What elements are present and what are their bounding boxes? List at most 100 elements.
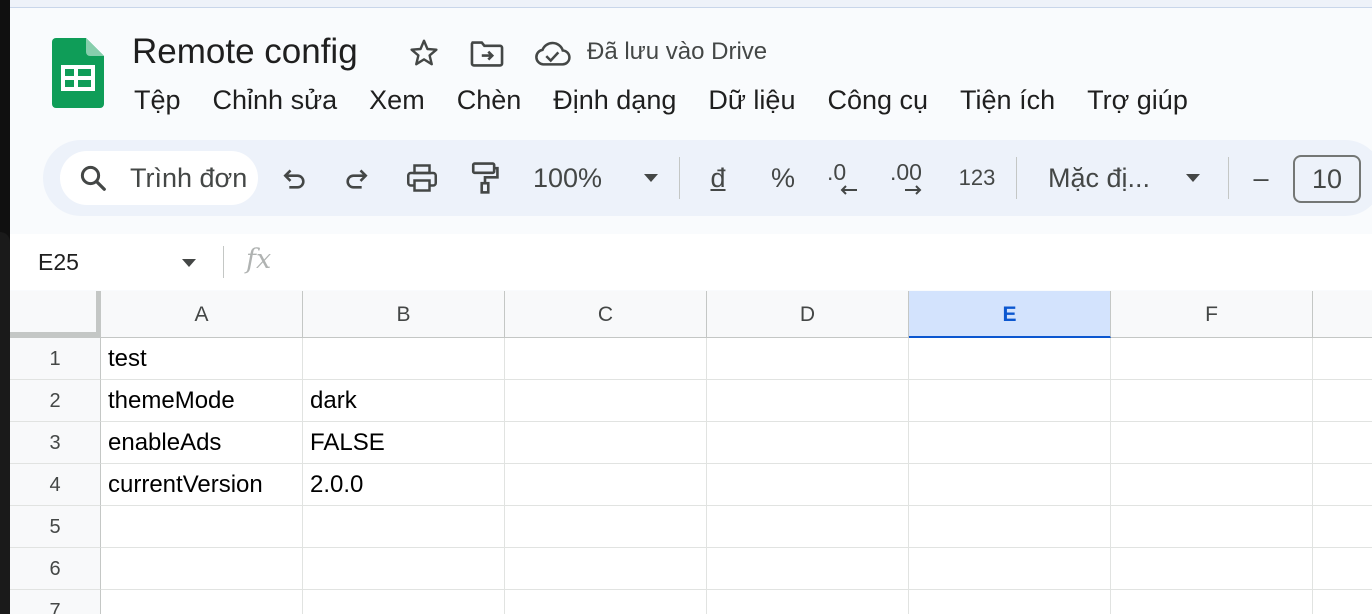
increase-decimal-button[interactable]: .00 <box>890 158 934 198</box>
cell-d6[interactable] <box>707 548 909 590</box>
column-header-c[interactable]: C <box>505 291 707 338</box>
cell-f5[interactable] <box>1111 506 1313 548</box>
cell-c5[interactable] <box>505 506 707 548</box>
row-header-2[interactable]: 2 <box>10 380 101 422</box>
row-header-7[interactable]: 7 <box>10 590 101 614</box>
menu-data[interactable]: Dữ liệu <box>692 80 811 120</box>
row-header-5[interactable]: 5 <box>10 506 101 548</box>
cell-b2[interactable]: dark <box>303 380 505 422</box>
fx-icon: fx <box>246 244 272 275</box>
decrease-decimal-button[interactable]: .0 <box>827 158 867 198</box>
row-header-1[interactable]: 1 <box>10 338 101 380</box>
cell-f3[interactable] <box>1111 422 1313 464</box>
row-header-6[interactable]: 6 <box>10 548 101 590</box>
cell-e4[interactable] <box>909 464 1111 506</box>
cell-b5[interactable] <box>303 506 505 548</box>
print-icon <box>407 164 437 192</box>
cell-e6[interactable] <box>909 548 1111 590</box>
row-header-4[interactable]: 4 <box>10 464 101 506</box>
cell-g1[interactable] <box>1313 338 1372 380</box>
chevron-down-icon[interactable] <box>182 259 196 267</box>
cell-c6[interactable] <box>505 548 707 590</box>
cell-f6[interactable] <box>1111 548 1313 590</box>
cell-d7[interactable] <box>707 590 909 614</box>
cell-d1[interactable] <box>707 338 909 380</box>
document-title[interactable]: Remote config <box>132 30 358 74</box>
cell-g3[interactable] <box>1313 422 1372 464</box>
font-size-input[interactable]: 10 <box>1293 155 1361 203</box>
menu-format[interactable]: Định dạng <box>537 80 692 120</box>
cell-a1[interactable]: test <box>101 338 303 380</box>
menu-search-input[interactable] <box>130 151 254 205</box>
menu-extensions[interactable]: Tiện ích <box>944 80 1071 120</box>
font-family-select[interactable]: Mặc đị... <box>1048 158 1200 198</box>
cell-c3[interactable] <box>505 422 707 464</box>
currency-format-button[interactable]: đ <box>703 158 733 198</box>
menu-file[interactable]: Tệp <box>118 80 197 120</box>
decrease-font-size-button[interactable]: – <box>1247 158 1275 198</box>
cell-e1[interactable] <box>909 338 1111 380</box>
cell-f1[interactable] <box>1111 338 1313 380</box>
column-header-g[interactable] <box>1313 291 1372 338</box>
redo-icon <box>346 169 368 189</box>
cell-g2[interactable] <box>1313 380 1372 422</box>
paint-format-button[interactable] <box>467 158 503 198</box>
menu-edit[interactable]: Chỉnh sửa <box>197 80 354 120</box>
column-header-d[interactable]: D <box>707 291 909 338</box>
cell-b7[interactable] <box>303 590 505 614</box>
redo-button[interactable] <box>340 158 374 198</box>
menu-bar: Tệp Chỉnh sửa Xem Chèn Định dạng Dữ liệu… <box>118 80 1204 120</box>
cell-f4[interactable] <box>1111 464 1313 506</box>
cell-e5[interactable] <box>909 506 1111 548</box>
cell-f2[interactable] <box>1111 380 1313 422</box>
menu-view[interactable]: Xem <box>353 80 441 120</box>
cell-d2[interactable] <box>707 380 909 422</box>
percent-format-button[interactable]: % <box>766 158 800 198</box>
menu-tools[interactable]: Công cụ <box>811 80 944 120</box>
cell-c4[interactable] <box>505 464 707 506</box>
column-header-a[interactable]: A <box>101 291 303 338</box>
undo-button[interactable] <box>277 158 311 198</box>
cell-d4[interactable] <box>707 464 909 506</box>
cell-a6[interactable] <box>101 548 303 590</box>
move-to-folder-icon[interactable] <box>470 36 504 70</box>
cell-a2[interactable]: themeMode <box>101 380 303 422</box>
cell-d3[interactable] <box>707 422 909 464</box>
cell-e7[interactable] <box>909 590 1111 614</box>
menu-help[interactable]: Trợ giúp <box>1071 80 1204 120</box>
sheets-logo-icon[interactable] <box>52 38 104 108</box>
cloud-saved-icon[interactable] <box>533 36 571 70</box>
cell-a7[interactable] <box>101 590 303 614</box>
paint-format-icon <box>471 162 499 194</box>
cell-e3[interactable] <box>909 422 1111 464</box>
cell-a5[interactable] <box>101 506 303 548</box>
cell-d5[interactable] <box>707 506 909 548</box>
cell-g4[interactable] <box>1313 464 1372 506</box>
cell-b4[interactable]: 2.0.0 <box>303 464 505 506</box>
more-formats-button[interactable]: 123 <box>955 158 999 198</box>
cell-a4[interactable]: currentVersion <box>101 464 303 506</box>
column-header-b[interactable]: B <box>303 291 505 338</box>
cell-g7[interactable] <box>1313 590 1372 614</box>
save-status[interactable]: Đã lưu vào Drive <box>587 37 767 67</box>
cell-b3[interactable]: FALSE <box>303 422 505 464</box>
name-box[interactable]: E25 <box>38 247 79 277</box>
cell-f7[interactable] <box>1111 590 1313 614</box>
column-header-e[interactable]: E <box>909 291 1111 338</box>
cell-g6[interactable] <box>1313 548 1372 590</box>
cell-a3[interactable]: enableAds <box>101 422 303 464</box>
column-header-f[interactable]: F <box>1111 291 1313 338</box>
print-button[interactable] <box>403 158 441 198</box>
row-header-3[interactable]: 3 <box>10 422 101 464</box>
cell-b6[interactable] <box>303 548 505 590</box>
menu-search-box[interactable] <box>60 151 258 205</box>
zoom-select[interactable]: 100% <box>533 158 658 198</box>
cell-c1[interactable] <box>505 338 707 380</box>
cell-c2[interactable] <box>505 380 707 422</box>
cell-b1[interactable] <box>303 338 505 380</box>
menu-insert[interactable]: Chèn <box>441 80 538 120</box>
cell-e2[interactable] <box>909 380 1111 422</box>
star-icon[interactable] <box>407 36 441 70</box>
cell-c7[interactable] <box>505 590 707 614</box>
cell-g5[interactable] <box>1313 506 1372 548</box>
